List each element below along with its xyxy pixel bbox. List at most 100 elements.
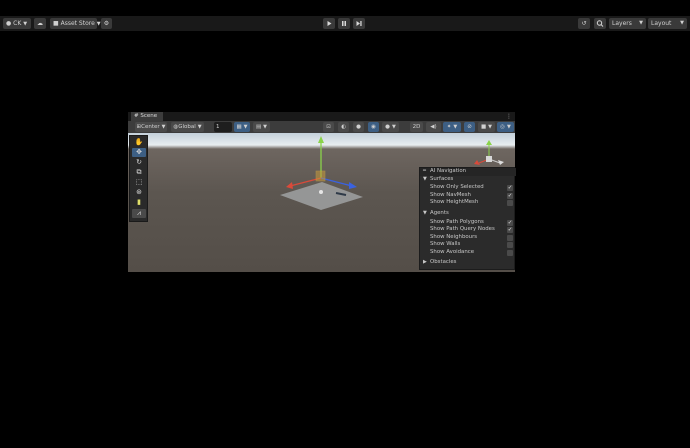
pause-button[interactable] (338, 18, 350, 29)
drag-handle-icon: ═ (423, 168, 426, 176)
custom-tool-button[interactable]: ▮ (132, 198, 146, 207)
hand-tool-button[interactable]: ✋ (132, 138, 146, 147)
checkbox-show-only-selected[interactable]: ✓ (507, 185, 513, 191)
sphere-icon: ● (356, 124, 361, 130)
checkbox-show-neighbours[interactable] (507, 235, 513, 241)
section-obstacles-label: Obstacles (430, 259, 456, 267)
checkbox-show-heightmesh[interactable] (507, 200, 513, 206)
chevron-down-icon: ▼ (453, 124, 457, 130)
2d-toggle-button[interactable]: 2D (410, 122, 423, 132)
checkbox-show-walls[interactable] (507, 242, 513, 248)
tab-scene-label: Scene (140, 113, 157, 119)
rect-tool-button[interactable]: ⬚ (132, 178, 146, 187)
scene-toolbar: ⊞Center▼ ◍Global▼ 1 ▦▼ ▤▼ ⊡ ◐ ● ◉ ●▼ 2D … (128, 121, 515, 133)
grid-visibility-button[interactable]: ▤▼ (253, 122, 270, 132)
account-dropdown[interactable]: ● CK▼ (3, 18, 31, 29)
option-label: Show Walls (430, 241, 460, 249)
pause-icon (338, 18, 350, 29)
option-show-path-query-nodes: Show Path Query Nodes ✓ (420, 226, 516, 234)
agent-sphere (319, 190, 323, 194)
space-dropdown[interactable]: ◍Global▼ (171, 122, 204, 132)
option-label: Show Only Selected (430, 184, 484, 192)
chevron-down-icon: ▼ (507, 124, 511, 130)
snap-value: 1 (216, 124, 220, 130)
overlay-header[interactable]: ═ AI Navigation (420, 168, 516, 176)
effects-dropdown[interactable]: ✦▼ (443, 122, 461, 132)
audio-toggle-button[interactable]: ◀) (426, 122, 441, 132)
option-label: Show NavMesh (430, 192, 471, 200)
rotate-tool-button[interactable]: ↻ (132, 158, 146, 167)
layout-dropdown[interactable]: Layout ▼ (648, 18, 687, 29)
shading-shaded-button[interactable]: ● (353, 122, 364, 132)
scale-tool-button[interactable]: ⧉ (132, 168, 146, 177)
option-show-only-selected: Show Only Selected ✓ (420, 184, 516, 192)
section-agents-label: Agents (430, 210, 449, 218)
chevron-down-icon: ▼ (423, 210, 427, 218)
navmesh-icon: ⩘ (137, 209, 141, 217)
grid-visibility-icon: ▤ (256, 124, 261, 130)
camera-settings-dropdown[interactable]: ■▼ (478, 122, 495, 132)
snap-increment-field[interactable]: 1 (214, 122, 232, 132)
pivot-dropdown[interactable]: ⊞Center▼ (135, 122, 167, 132)
gizmos-dropdown[interactable]: ◎▼ (497, 122, 514, 132)
orientation-button[interactable]: ⊡ (323, 122, 334, 132)
cloud-button[interactable]: ☁ (34, 18, 46, 29)
layers-dropdown[interactable]: Layers ▼ (609, 18, 646, 29)
effects-icon: ✦ (447, 124, 452, 130)
checkbox-show-avoidance[interactable] (507, 250, 513, 256)
chevron-down-icon: ▼ (392, 124, 396, 130)
section-surfaces[interactable]: ▼ Surfaces (420, 176, 516, 184)
more-options-icon[interactable]: ⋮ (506, 112, 512, 121)
collab-button[interactable]: ⚙ (101, 18, 112, 29)
search-button[interactable] (594, 18, 606, 29)
eye-slash-icon: ⊘ (467, 124, 472, 130)
transform-icon: ⊛ (136, 188, 142, 196)
camera-icon: ■ (481, 124, 486, 130)
draw-mode-dropdown[interactable]: ●▼ (382, 122, 399, 132)
checkbox-show-path-polygons[interactable]: ✓ (507, 220, 513, 226)
navmesh-tool-button[interactable]: ⩘ (132, 209, 146, 218)
shading-wire-button[interactable]: ◐ (338, 122, 349, 132)
section-obstacles[interactable]: ▶ Obstacles (420, 259, 516, 267)
pivot-label: Center (141, 124, 160, 130)
checkbox-show-navmesh[interactable]: ✓ (507, 193, 513, 199)
store-icon: ■ (53, 20, 59, 27)
section-agents[interactable]: ▼ Agents (420, 210, 516, 218)
checkbox-show-path-query-nodes[interactable]: ✓ (507, 227, 513, 233)
chevron-down-icon: ▼ (423, 176, 427, 184)
chevron-down-icon: ▼ (639, 18, 643, 29)
move-tool-button[interactable]: ✥ (132, 148, 146, 157)
undo-history-button[interactable]: ↺ (578, 18, 590, 29)
scene-icon: # (134, 113, 139, 119)
step-button[interactable] (353, 18, 365, 29)
option-show-neighbours: Show Neighbours (420, 234, 516, 242)
wireframe-icon: ◐ (341, 124, 346, 130)
option-show-avoidance: Show Avoidance (420, 249, 516, 257)
play-icon (323, 18, 335, 29)
scale-icon: ⧉ (137, 168, 142, 176)
gizmo-x-arrow (286, 182, 293, 189)
hidden-objects-toggle[interactable]: ⊘ (464, 122, 475, 132)
option-show-path-polygons: Show Path Polygons ✓ (420, 219, 516, 227)
option-label: Show Avoidance (430, 249, 474, 257)
shading-lit-button[interactable]: ◉ (368, 122, 379, 132)
lit-sphere-icon: ◉ (371, 124, 376, 130)
move-icon: ✥ (136, 148, 142, 156)
play-button[interactable] (323, 18, 335, 29)
grid-snap-button[interactable]: ▦▼ (234, 122, 250, 132)
ai-navigation-overlay: ═ AI Navigation ▼ Surfaces Show Only Sel… (419, 167, 515, 270)
transform-tool-button[interactable]: ⊛ (132, 188, 146, 197)
asset-store-dropdown[interactable]: ■ Asset Store▼ (50, 18, 97, 29)
section-surfaces-label: Surfaces (430, 176, 453, 184)
space-label: Global (178, 124, 196, 130)
custom-tool-icon: ▮ (137, 198, 141, 206)
gizmo-z-arrow (349, 182, 357, 189)
history-icon: ↺ (581, 20, 586, 27)
account-icon: ● (6, 20, 11, 27)
hand-icon: ✋ (135, 138, 144, 146)
chevron-down-icon: ▼ (198, 124, 202, 130)
option-label: Show Path Query Nodes (430, 226, 495, 234)
gizmo-y-arrow (318, 136, 324, 143)
layout-label: Layout (651, 20, 671, 27)
tab-scene[interactable]: # Scene (131, 112, 163, 121)
